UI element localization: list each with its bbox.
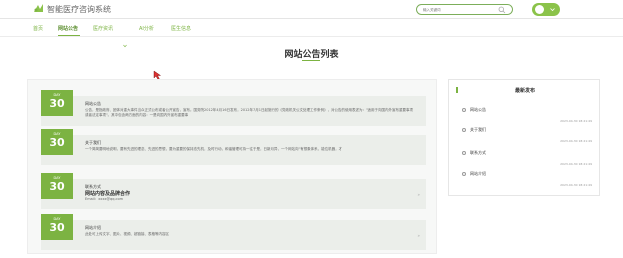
bullet-icon [462, 128, 466, 132]
date-badge: DAY 30 [41, 173, 73, 199]
header: 智能医疗咨询系统 [0, 0, 623, 19]
search-box [416, 4, 513, 15]
latest-post-date: 2023-04-30 18:21:49 [560, 162, 592, 166]
date-day-number: 30 [49, 136, 65, 149]
latest-post-label[interactable]: 联系方式 [470, 150, 486, 156]
chevron-right-icon: » [417, 192, 420, 197]
latest-post-item[interactable]: 联系方式 2023-04-30 18:21:49 [462, 150, 592, 170]
latest-post-date: 2023-04-30 18:21:49 [560, 119, 592, 123]
latest-post-date: 2023-04-30 18:21:49 [560, 183, 592, 187]
notice-title[interactable]: 网站公告 [85, 101, 101, 107]
nav-item-doctors[interactable]: 医生信息 [171, 25, 191, 32]
notice-card[interactable]: DAY 30 网站介绍 此处可上传文字、图片、视频、超链接、表格等内容区 » [41, 214, 426, 250]
date-badge: DAY 30 [41, 129, 73, 155]
title-underline [302, 60, 320, 61]
nav-active-indicator [58, 35, 80, 36]
notice-card[interactable]: DAY 30 关于我们 一个简简要明地说明，要有先进的理念、先进的思想，要为重要… [41, 129, 426, 165]
latest-post-label[interactable]: 网站公告 [470, 107, 486, 113]
date-day-number: 30 [49, 97, 65, 110]
bullet-icon [462, 172, 466, 176]
notice-email: Email：xxxx@qq.com [85, 197, 124, 201]
notice-summary: 公告，是指政府、团体对重大事件当众正式公布或者公开宣告，宣布。国务院2012年4… [85, 108, 414, 117]
logo-icon[interactable] [33, 3, 44, 14]
main-nav: 首页 网站公告 医疗资讯 AI分析 医生信息 [0, 19, 623, 48]
bullet-icon [462, 151, 466, 155]
notice-title[interactable]: 关于我们 [85, 140, 101, 146]
notice-subtitle: 网站内容及品牌合作 [85, 191, 131, 197]
nav-item-medical-info[interactable]: 医疗资讯 [93, 25, 113, 32]
notice-summary: 一个简简要明地说明，要有先进的理念、先进的思想，要为重要的保持态先机，及时行动，… [85, 147, 343, 151]
nav-item-home[interactable]: 首页 [33, 25, 43, 32]
latest-post-label[interactable]: 关于我们 [470, 127, 486, 133]
latest-posts-panel: 最新发布 网站公告 2023-04-30 18:21:49 关于我们 2023-… [448, 79, 600, 196]
latest-post-item[interactable]: 网站介绍 2023-04-30 18:21:49 [462, 171, 592, 191]
date-badge: DAY 30 [41, 90, 73, 116]
latest-post-item[interactable]: 网站公告 2023-04-30 18:21:49 [462, 107, 592, 127]
latest-post-label[interactable]: 网站介绍 [470, 171, 486, 177]
chevron-down-icon [550, 8, 555, 12]
search-input[interactable] [423, 6, 493, 14]
avatar [535, 5, 544, 14]
date-day-number: 30 [49, 221, 65, 234]
date-day-number: 30 [49, 180, 65, 193]
notice-list: DAY 30 网站公告 公告，是指政府、团体对重大事件当众正式公布或者公开宣告，… [27, 79, 437, 254]
latest-post-date: 2023-04-30 18:21:49 [560, 139, 592, 143]
panel-title: 最新发布 [514, 88, 535, 94]
page-title: 网站公告列表 [284, 50, 339, 60]
search-icon[interactable] [498, 6, 506, 14]
notice-card[interactable]: DAY 30 网站公告 公告，是指政府、团体对重大事件当众正式公布或者公开宣告，… [41, 90, 426, 126]
bullet-icon [462, 108, 466, 112]
nav-item-ai-analysis[interactable]: AI分析 [139, 25, 154, 32]
notice-summary: 此处可上传文字、图片、视频、超链接、表格等内容区 [85, 232, 169, 236]
latest-post-item[interactable]: 关于我们 2023-04-30 18:21:49 [462, 127, 592, 147]
app-title[interactable]: 智能医疗咨询系统 [47, 4, 111, 15]
chevron-right-icon: » [417, 233, 420, 238]
notice-card[interactable]: DAY 30 联系方式 网站内容及品牌合作 Email：xxxx@qq.com … [41, 173, 426, 209]
notice-title[interactable]: 网站介绍 [85, 225, 101, 231]
date-badge: DAY 30 [41, 214, 73, 240]
nav-item-notices[interactable]: 网站公告 [58, 25, 78, 32]
user-menu-button[interactable] [532, 3, 560, 16]
